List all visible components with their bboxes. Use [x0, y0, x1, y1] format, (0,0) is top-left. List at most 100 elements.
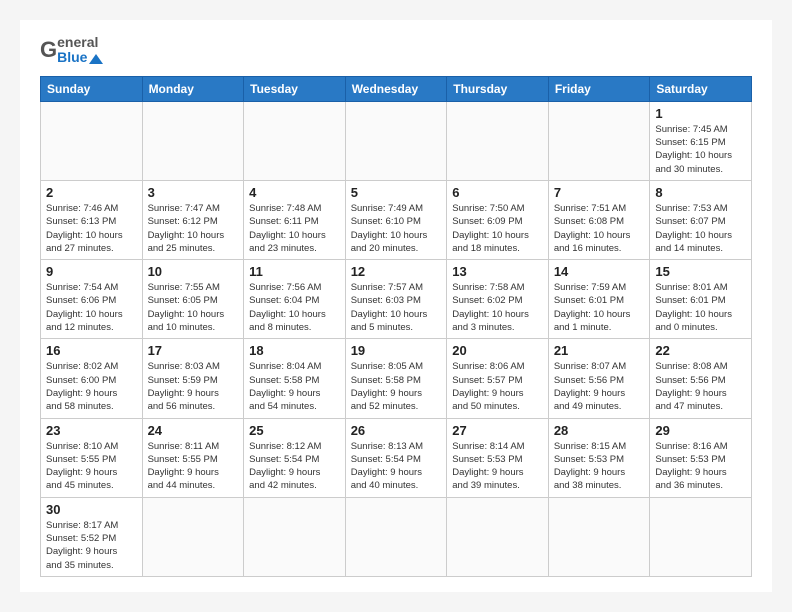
day-info: Sunrise: 8:05 AM Sunset: 5:58 PM Dayligh… [351, 360, 442, 413]
day-number: 1 [655, 106, 746, 121]
calendar-cell [244, 101, 346, 180]
calendar-cell: 19 Sunrise: 8:05 AM Sunset: 5:58 PM Dayli… [345, 339, 447, 418]
calendar-cell: 3Sunrise: 7:47 AM Sunset: 6:12 PM Daylig… [142, 180, 244, 259]
calendar-cell [650, 497, 752, 576]
day-number: 13 [452, 264, 543, 279]
calendar-week-row: 16Sunrise: 8:02 AM Sunset: 6:00 PM Dayli… [41, 339, 752, 418]
calendar-cell: 5 Sunrise: 7:49 AM Sunset: 6:10 PM Daylig… [345, 180, 447, 259]
day-info: Sunrise: 8:04 AM Sunset: 5:58 PM Dayligh… [249, 360, 340, 413]
day-number: 3 [148, 185, 239, 200]
day-info: Sunrise: 7:48 AM Sunset: 6:11 PM Dayligh… [249, 202, 340, 255]
day-number: 15 [655, 264, 746, 279]
day-number: 26 [351, 423, 442, 438]
day-info: Sunrise: 7:46 AM Sunset: 6:13 PM Dayligh… [46, 202, 137, 255]
day-info: Sunrise: 8:10 AM Sunset: 5:55 PM Dayligh… [46, 440, 137, 493]
day-number: 2 [46, 185, 137, 200]
calendar-cell: 18 Sunrise: 8:04 AM Sunset: 5:58 PM Dayli… [244, 339, 346, 418]
day-info: Sunrise: 8:08 AM Sunset: 5:56 PM Dayligh… [655, 360, 746, 413]
day-info: Sunrise: 8:12 AM Sunset: 5:54 PM Dayligh… [249, 440, 340, 493]
day-number: 10 [148, 264, 239, 279]
calendar-week-row: 1 Sunrise: 7:45 AM Sunset: 6:15 PM Daylig… [41, 101, 752, 180]
day-number: 20 [452, 343, 543, 358]
calendar-cell: 16Sunrise: 8:02 AM Sunset: 6:00 PM Dayli… [41, 339, 143, 418]
day-number: 12 [351, 264, 442, 279]
calendar-cell: 4 Sunrise: 7:48 AM Sunset: 6:11 PM Daylig… [244, 180, 346, 259]
calendar-day-header: Saturday [650, 76, 752, 101]
header: G eneral Blue [40, 35, 752, 66]
day-number: 14 [554, 264, 645, 279]
day-info: Sunrise: 7:59 AM Sunset: 6:01 PM Dayligh… [554, 281, 645, 334]
day-number: 4 [249, 185, 340, 200]
calendar-body: 1 Sunrise: 7:45 AM Sunset: 6:15 PM Daylig… [41, 101, 752, 576]
day-number: 11 [249, 264, 340, 279]
calendar-day-header: Tuesday [244, 76, 346, 101]
calendar-cell: 27 Sunrise: 8:14 AM Sunset: 5:53 PM Dayli… [447, 418, 549, 497]
calendar-cell: 14 Sunrise: 7:59 AM Sunset: 6:01 PM Dayli… [548, 260, 650, 339]
logo: G eneral Blue [40, 35, 103, 66]
calendar-day-header: Monday [142, 76, 244, 101]
day-info: Sunrise: 7:56 AM Sunset: 6:04 PM Dayligh… [249, 281, 340, 334]
calendar-cell: 29Sunrise: 8:16 AM Sunset: 5:53 PM Dayli… [650, 418, 752, 497]
day-info: Sunrise: 7:51 AM Sunset: 6:08 PM Dayligh… [554, 202, 645, 255]
calendar-cell: 15Sunrise: 8:01 AM Sunset: 6:01 PM Dayli… [650, 260, 752, 339]
calendar-cell [142, 101, 244, 180]
day-info: Sunrise: 8:13 AM Sunset: 5:54 PM Dayligh… [351, 440, 442, 493]
calendar-week-row: 2 Sunrise: 7:46 AM Sunset: 6:13 PM Daylig… [41, 180, 752, 259]
day-number: 16 [46, 343, 137, 358]
calendar-cell: 1 Sunrise: 7:45 AM Sunset: 6:15 PM Daylig… [650, 101, 752, 180]
calendar-cell: 8 Sunrise: 7:53 AM Sunset: 6:07 PM Daylig… [650, 180, 752, 259]
calendar-cell: 24Sunrise: 8:11 AM Sunset: 5:55 PM Dayli… [142, 418, 244, 497]
calendar-cell: 11 Sunrise: 7:56 AM Sunset: 6:04 PM Dayli… [244, 260, 346, 339]
calendar-cell [548, 497, 650, 576]
calendar-cell: 12 Sunrise: 7:57 AM Sunset: 6:03 PM Dayli… [345, 260, 447, 339]
day-info: Sunrise: 8:14 AM Sunset: 5:53 PM Dayligh… [452, 440, 543, 493]
calendar-header: SundayMondayTuesdayWednesdayThursdayFrid… [41, 76, 752, 101]
day-number: 18 [249, 343, 340, 358]
calendar-cell: 7 Sunrise: 7:51 AM Sunset: 6:08 PM Daylig… [548, 180, 650, 259]
day-number: 27 [452, 423, 543, 438]
calendar-cell: 6 Sunrise: 7:50 AM Sunset: 6:09 PM Daylig… [447, 180, 549, 259]
day-info: Sunrise: 7:58 AM Sunset: 6:02 PM Dayligh… [452, 281, 543, 334]
day-number: 7 [554, 185, 645, 200]
day-info: Sunrise: 7:54 AM Sunset: 6:06 PM Dayligh… [46, 281, 137, 334]
day-info: Sunrise: 8:11 AM Sunset: 5:55 PM Dayligh… [148, 440, 239, 493]
day-number: 23 [46, 423, 137, 438]
calendar-cell [345, 101, 447, 180]
day-info: Sunrise: 8:15 AM Sunset: 5:53 PM Dayligh… [554, 440, 645, 493]
day-number: 28 [554, 423, 645, 438]
day-info: Sunrise: 7:55 AM Sunset: 6:05 PM Dayligh… [148, 281, 239, 334]
calendar-cell: 10 Sunrise: 7:55 AM Sunset: 6:05 PM Dayli… [142, 260, 244, 339]
page: G eneral Blue SundayMondayTuesdayWednesd… [20, 20, 772, 592]
calendar-cell: 23 Sunrise: 8:10 AM Sunset: 5:55 PM Dayli… [41, 418, 143, 497]
day-info: Sunrise: 7:53 AM Sunset: 6:07 PM Dayligh… [655, 202, 746, 255]
day-info: Sunrise: 7:45 AM Sunset: 6:15 PM Dayligh… [655, 123, 746, 176]
calendar-cell: 25 Sunrise: 8:12 AM Sunset: 5:54 PM Dayli… [244, 418, 346, 497]
calendar-cell [244, 497, 346, 576]
calendar-cell: 30Sunrise: 8:17 AM Sunset: 5:52 PM Dayli… [41, 497, 143, 576]
day-info: Sunrise: 8:07 AM Sunset: 5:56 PM Dayligh… [554, 360, 645, 413]
calendar-cell: 2 Sunrise: 7:46 AM Sunset: 6:13 PM Daylig… [41, 180, 143, 259]
calendar-cell: 26 Sunrise: 8:13 AM Sunset: 5:54 PM Dayli… [345, 418, 447, 497]
calendar-header-row: SundayMondayTuesdayWednesdayThursdayFrid… [41, 76, 752, 101]
day-number: 5 [351, 185, 442, 200]
day-number: 19 [351, 343, 442, 358]
day-info: Sunrise: 7:49 AM Sunset: 6:10 PM Dayligh… [351, 202, 442, 255]
calendar-cell [345, 497, 447, 576]
day-info: Sunrise: 8:06 AM Sunset: 5:57 PM Dayligh… [452, 360, 543, 413]
day-info: Sunrise: 8:16 AM Sunset: 5:53 PM Dayligh… [655, 440, 746, 493]
day-number: 30 [46, 502, 137, 517]
calendar-week-row: 23 Sunrise: 8:10 AM Sunset: 5:55 PM Dayli… [41, 418, 752, 497]
day-number: 8 [655, 185, 746, 200]
calendar-cell: 21Sunrise: 8:07 AM Sunset: 5:56 PM Dayli… [548, 339, 650, 418]
calendar-cell [447, 497, 549, 576]
day-number: 22 [655, 343, 746, 358]
day-number: 6 [452, 185, 543, 200]
day-number: 17 [148, 343, 239, 358]
calendar-cell [142, 497, 244, 576]
calendar-day-header: Friday [548, 76, 650, 101]
calendar-day-header: Thursday [447, 76, 549, 101]
day-info: Sunrise: 7:57 AM Sunset: 6:03 PM Dayligh… [351, 281, 442, 334]
calendar-week-row: 9Sunrise: 7:54 AM Sunset: 6:06 PM Daylig… [41, 260, 752, 339]
day-info: Sunrise: 7:50 AM Sunset: 6:09 PM Dayligh… [452, 202, 543, 255]
day-number: 25 [249, 423, 340, 438]
